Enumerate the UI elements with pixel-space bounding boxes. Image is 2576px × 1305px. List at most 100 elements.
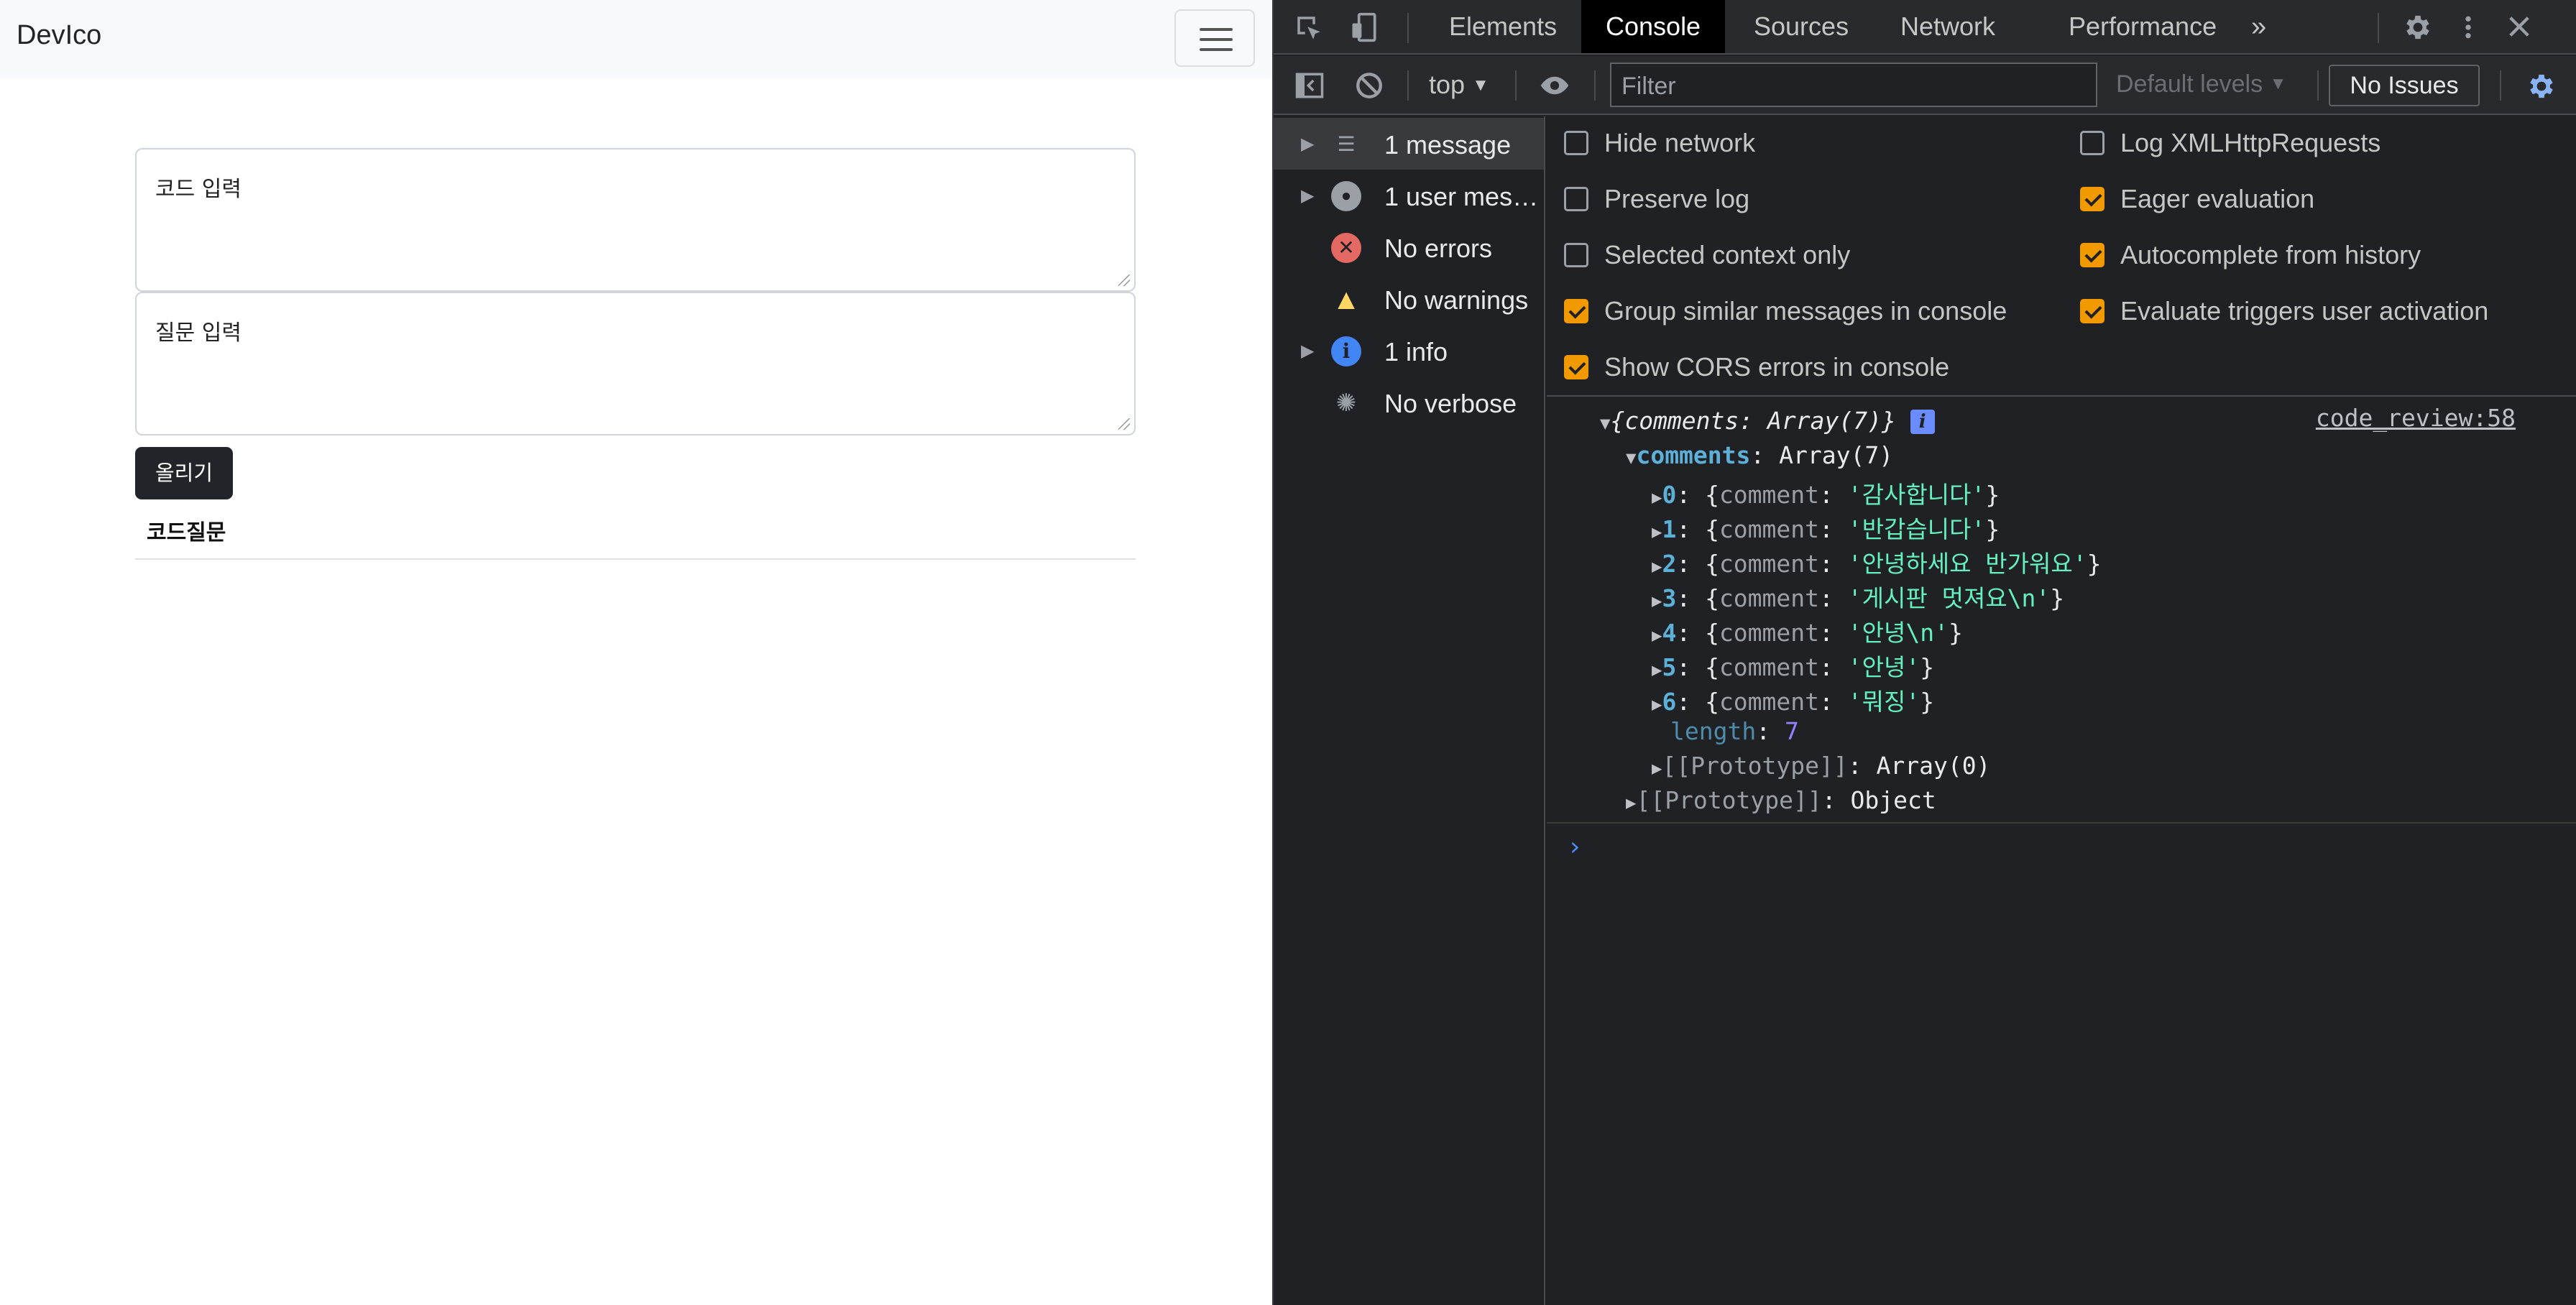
checkbox[interactable]: [1564, 187, 1588, 211]
post-button[interactable]: 올리기: [135, 447, 233, 499]
separator: [2500, 70, 2501, 101]
close-icon[interactable]: [2504, 11, 2534, 47]
clear-console-icon[interactable]: [1354, 70, 1384, 106]
settings-gear-icon[interactable]: [2402, 11, 2434, 48]
warning-icon: ▲: [1332, 284, 1361, 315]
checkbox[interactable]: [1564, 131, 1588, 155]
comments-property[interactable]: ▼comments: Array(7): [1626, 441, 1893, 469]
issues-button[interactable]: No Issues: [2329, 65, 2480, 106]
live-expression-eye-icon[interactable]: [1537, 70, 1573, 106]
tab-elements[interactable]: Elements: [1425, 0, 1581, 53]
comment-value: '게시판 멋져요\n': [1847, 584, 2051, 612]
array-item[interactable]: ▶3: {comment: '게시판 멋져요\n'}: [1652, 579, 2064, 614]
sidebar-item-info[interactable]: ▶ i 1 info: [1274, 325, 1544, 377]
option-label: Hide network: [1604, 128, 1756, 157]
checkbox-checked[interactable]: [1564, 299, 1588, 323]
checkbox-checked[interactable]: [1564, 355, 1588, 379]
source-link[interactable]: code_review:58: [2316, 404, 2516, 432]
resize-handle-icon[interactable]: [1118, 418, 1130, 430]
filter-input[interactable]: Filter: [1610, 63, 2097, 107]
sidebar-item-label: 1 info: [1384, 337, 1448, 366]
sidebar-item-label: 1 user mes…: [1384, 182, 1535, 211]
hamburger-icon-bar: [1200, 48, 1233, 51]
sidebar-item-messages[interactable]: ▶ ☰ 1 message: [1274, 118, 1544, 170]
sidebar-item-user-messages[interactable]: ▶ ● 1 user mes…: [1274, 170, 1544, 221]
separator: [2317, 70, 2319, 101]
property-value: Array(0): [1876, 752, 1991, 780]
object-summary-text: {comments: Array(7)}: [1610, 407, 1896, 435]
verbose-bug-icon: ✺: [1335, 389, 1357, 417]
expand-arrow-icon[interactable]: ▶: [1652, 694, 1662, 714]
code-input-textarea[interactable]: 코드 입력: [135, 148, 1136, 292]
console-output: ▼{comments: Array(7)} i code_review:58 ▼…: [1547, 398, 2576, 1305]
sidebar-item-warnings[interactable]: ▲ No warnings: [1274, 273, 1544, 325]
context-selector[interactable]: top ▼: [1429, 70, 1489, 100]
expand-arrow-icon[interactable]: ▶: [1652, 556, 1662, 576]
filter-placeholder: Filter: [1622, 73, 1676, 100]
expand-arrow-icon[interactable]: ▶: [1301, 341, 1314, 361]
array-item[interactable]: ▶1: {comment: '반갑습니다'}: [1652, 510, 2000, 545]
comment-value: '감사합니다': [1847, 481, 1986, 509]
array-index: 0: [1662, 481, 1677, 509]
device-toolbar-icon[interactable]: [1348, 11, 1380, 48]
inspect-element-icon[interactable]: [1294, 13, 1324, 48]
hamburger-icon-bar: [1200, 28, 1233, 31]
sidebar-item-errors[interactable]: ✕ No errors: [1274, 221, 1544, 273]
expand-arrow-icon[interactable]: ▶: [1301, 134, 1314, 155]
array-item[interactable]: ▶6: {comment: '뭐징'}: [1652, 683, 1934, 717]
sidebar-toggle-icon[interactable]: [1294, 70, 1325, 106]
array-item[interactable]: ▶5: {comment: '안녕'}: [1652, 648, 1934, 683]
tab-network[interactable]: Network: [1876, 0, 2020, 53]
separator: [1515, 70, 1517, 101]
expand-arrow-icon[interactable]: ▶: [1652, 625, 1662, 645]
object-prototype[interactable]: ▶[[Prototype]]: Object: [1626, 786, 1936, 814]
navbar-toggler-button[interactable]: [1174, 9, 1255, 67]
option-label: Group similar messages in console: [1604, 296, 2007, 326]
expand-arrow-icon[interactable]: ▶: [1626, 793, 1636, 813]
tab-performance[interactable]: Performance: [2044, 0, 2241, 53]
tab-sources[interactable]: Sources: [1729, 0, 1873, 53]
log-levels-dropdown[interactable]: Default levels ▼: [2116, 70, 2286, 98]
more-options-icon[interactable]: [2454, 11, 2483, 48]
console-object-summary[interactable]: ▼{comments: Array(7)} i: [1600, 407, 1935, 435]
comment-value: '반갑습니다': [1847, 515, 1986, 543]
checkbox[interactable]: [1564, 243, 1588, 267]
sidebar-item-label: No warnings: [1384, 285, 1529, 315]
question-input-textarea[interactable]: 질문 입력: [135, 292, 1136, 435]
question-input-placeholder: 질문 입력: [155, 321, 242, 346]
comment-value: '안녕하세요 반가워요': [1847, 550, 2087, 578]
tab-console[interactable]: Console: [1581, 0, 1726, 53]
expand-arrow-icon[interactable]: ▶: [1652, 487, 1662, 507]
comment-value: '뭐징': [1847, 688, 1920, 716]
array-index: 3: [1662, 584, 1677, 612]
more-tabs-icon[interactable]: »: [2227, 0, 2291, 53]
dropdown-icon: ▼: [1472, 75, 1489, 95]
expand-arrow-icon[interactable]: ▶: [1652, 758, 1662, 778]
expand-arrow-icon[interactable]: ▶: [1652, 591, 1662, 611]
array-item[interactable]: ▶4: {comment: '안녕\n'}: [1652, 614, 1963, 648]
checkbox-checked[interactable]: [2080, 243, 2104, 267]
divider: [1547, 822, 2576, 824]
property-key: [[Prototype]]: [1636, 786, 1822, 814]
array-prototype[interactable]: ▶[[Prototype]]: Array(0): [1652, 752, 1990, 780]
code-input-placeholder: 코드 입력: [155, 177, 242, 202]
devtools-panel: Elements Console Sources Network Perform…: [1272, 0, 2576, 1305]
expand-arrow-icon[interactable]: ▶: [1652, 660, 1662, 680]
console-prompt-chevron-icon[interactable]: ›: [1567, 832, 1583, 862]
console-settings-gear-icon[interactable]: [2526, 70, 2557, 107]
sidebar-item-verbose[interactable]: ✺ No verbose: [1274, 377, 1544, 428]
info-badge-icon[interactable]: i: [1910, 410, 1935, 434]
array-item[interactable]: ▶2: {comment: '안녕하세요 반가워요'}: [1652, 545, 2101, 579]
array-item[interactable]: ▶0: {comment: '감사합니다'}: [1652, 476, 2000, 510]
checkbox-checked[interactable]: [2080, 299, 2104, 323]
checkbox[interactable]: [2080, 131, 2104, 155]
expand-arrow-icon[interactable]: ▶: [1652, 522, 1662, 542]
property-value: 7: [1784, 717, 1799, 745]
resize-handle-icon[interactable]: [1118, 275, 1130, 286]
navbar: DevIco: [0, 0, 1272, 78]
expand-arrow-icon[interactable]: ▶: [1301, 185, 1314, 206]
navbar-brand[interactable]: DevIco: [17, 20, 101, 51]
collapse-arrow-icon[interactable]: ▼: [1600, 413, 1610, 433]
checkbox-checked[interactable]: [2080, 187, 2104, 211]
collapse-arrow-icon[interactable]: ▼: [1626, 448, 1636, 468]
